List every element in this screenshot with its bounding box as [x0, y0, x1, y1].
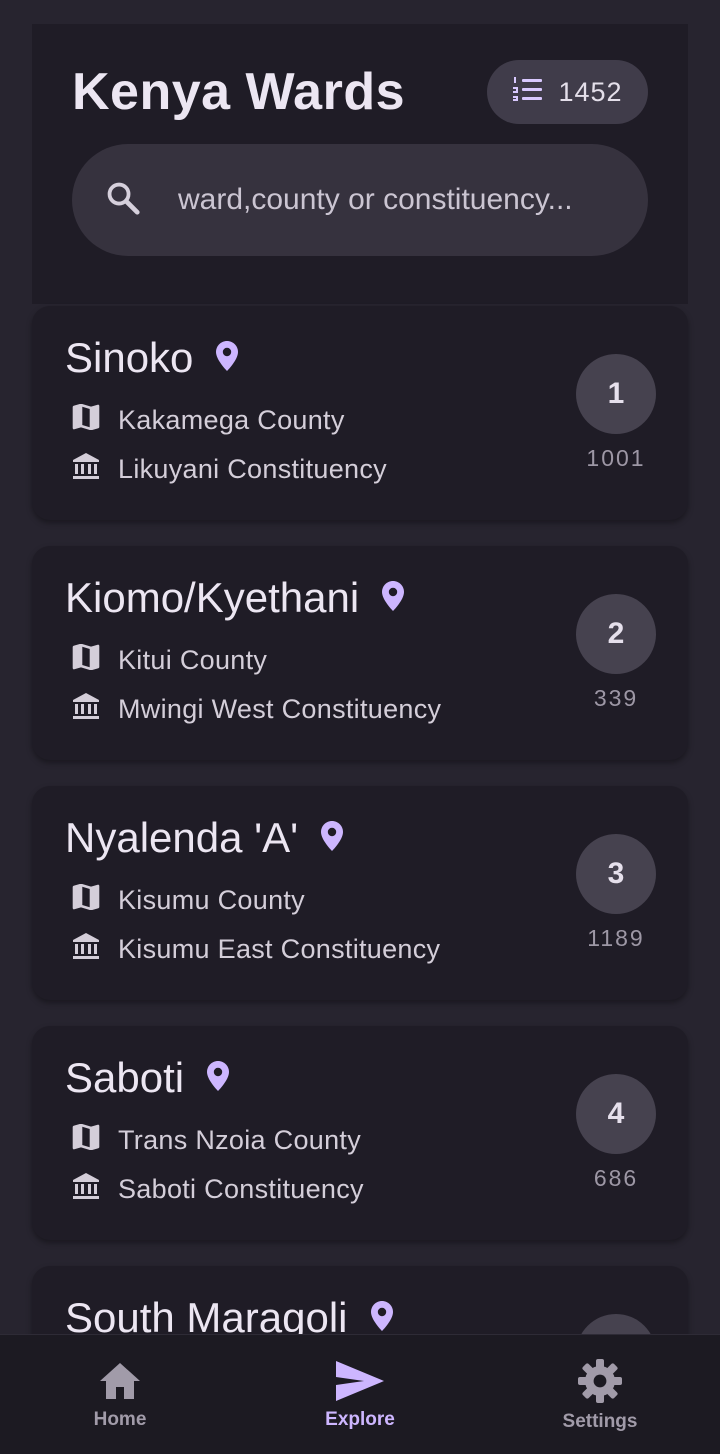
ward-name-row: Nyalenda 'A'	[65, 814, 344, 862]
ward-name-row: Sinoko	[65, 334, 239, 382]
ward-count: 1452	[558, 76, 623, 107]
location-pin-icon[interactable]	[320, 814, 344, 862]
constituency-name: Mwingi West Constituency	[118, 694, 442, 724]
search-input[interactable]	[176, 182, 620, 218]
nav-settings[interactable]: Settings	[480, 1335, 720, 1454]
map-icon	[72, 1123, 100, 1157]
ward-name: Nyalenda 'A'	[65, 814, 299, 861]
rank-badge: 3	[576, 834, 656, 914]
ward-card[interactable]: Nyalenda 'A' Kisumu County Kisumu East Con…	[32, 786, 688, 1000]
ward-name-row: Kiomo/Kyethani	[65, 574, 405, 622]
location-pin-icon[interactable]	[206, 1054, 230, 1102]
nav-explore[interactable]: Explore	[240, 1335, 480, 1454]
ward-count-chip[interactable]: 1452	[487, 60, 648, 124]
county-row: Trans Nzoia County	[72, 1123, 361, 1157]
ward-card[interactable]: Sinoko Kakamega County Likuyani Constituen…	[32, 306, 688, 520]
county-name: Kisumu County	[118, 885, 305, 915]
nav-explore-label: Explore	[325, 1409, 395, 1430]
ward-name: Saboti	[65, 1054, 185, 1101]
county-row: Kisumu County	[72, 883, 305, 917]
ward-code: 339	[593, 685, 639, 711]
search-bar[interactable]	[72, 144, 648, 256]
map-icon	[72, 883, 100, 917]
county-row: Kakamega County	[72, 403, 345, 437]
bank-institution-icon	[72, 1172, 100, 1207]
nav-settings-label: Settings	[562, 1411, 638, 1432]
constituency-row: Kisumu East Constituency	[72, 932, 440, 967]
header-panel: Kenya Wards 1452 ward,county or constitu…	[32, 24, 688, 304]
constituency-row: Saboti Constituency	[72, 1172, 364, 1207]
constituency-row: Likuyani Constituency	[72, 452, 387, 487]
home-icon	[95, 1359, 145, 1403]
ward-name: Sinoko	[65, 334, 194, 381]
page-title: Kenya Wards	[72, 63, 406, 121]
app-screen: Kenya Wards 1452 ward,county or constitu…	[0, 0, 720, 1454]
ward-list: Sinoko Kakamega County Likuyani Constituen…	[32, 306, 688, 1454]
constituency-name: Likuyani Constituency	[118, 454, 387, 484]
rank-badge: 4	[576, 1074, 656, 1154]
location-pin-icon[interactable]	[215, 334, 239, 382]
rank-badge: 2	[576, 594, 656, 674]
ward-card[interactable]: Saboti Trans Nzoia County Saboti Constitue…	[32, 1026, 688, 1240]
ward-name: Kiomo/Kyethani	[65, 574, 360, 621]
constituency-row: Mwingi West Constituency	[72, 692, 441, 727]
bank-institution-icon	[72, 692, 100, 727]
bank-institution-icon	[72, 452, 100, 487]
map-icon	[72, 403, 100, 437]
rank-badge: 1	[576, 354, 656, 434]
search-icon	[104, 179, 142, 222]
county-row: Kitui County	[72, 643, 268, 677]
constituency-name: Kisumu East Constituency	[118, 934, 441, 964]
map-icon	[72, 643, 100, 677]
county-name: Kakamega County	[118, 405, 345, 435]
bottom-navigation: Home Explore Settings	[0, 1334, 720, 1454]
constituency-name: Saboti Constituency	[118, 1174, 364, 1204]
bank-institution-icon	[72, 932, 100, 967]
ward-code: 1001	[586, 445, 646, 471]
ward-code: 686	[593, 1165, 639, 1191]
gear-icon	[576, 1357, 624, 1405]
send-icon	[334, 1359, 386, 1403]
location-pin-icon[interactable]	[381, 574, 405, 622]
ward-code: 1189	[587, 925, 645, 951]
ward-card[interactable]: Kiomo/Kyethani Kitui County Mwingi West Co…	[32, 546, 688, 760]
ward-name-row: Saboti	[65, 1054, 230, 1102]
county-name: Kitui County	[118, 645, 268, 675]
numbered-list-icon	[512, 76, 544, 109]
nav-home-label: Home	[93, 1409, 147, 1430]
nav-home[interactable]: Home	[0, 1335, 240, 1454]
county-name: Trans Nzoia County	[118, 1125, 361, 1155]
